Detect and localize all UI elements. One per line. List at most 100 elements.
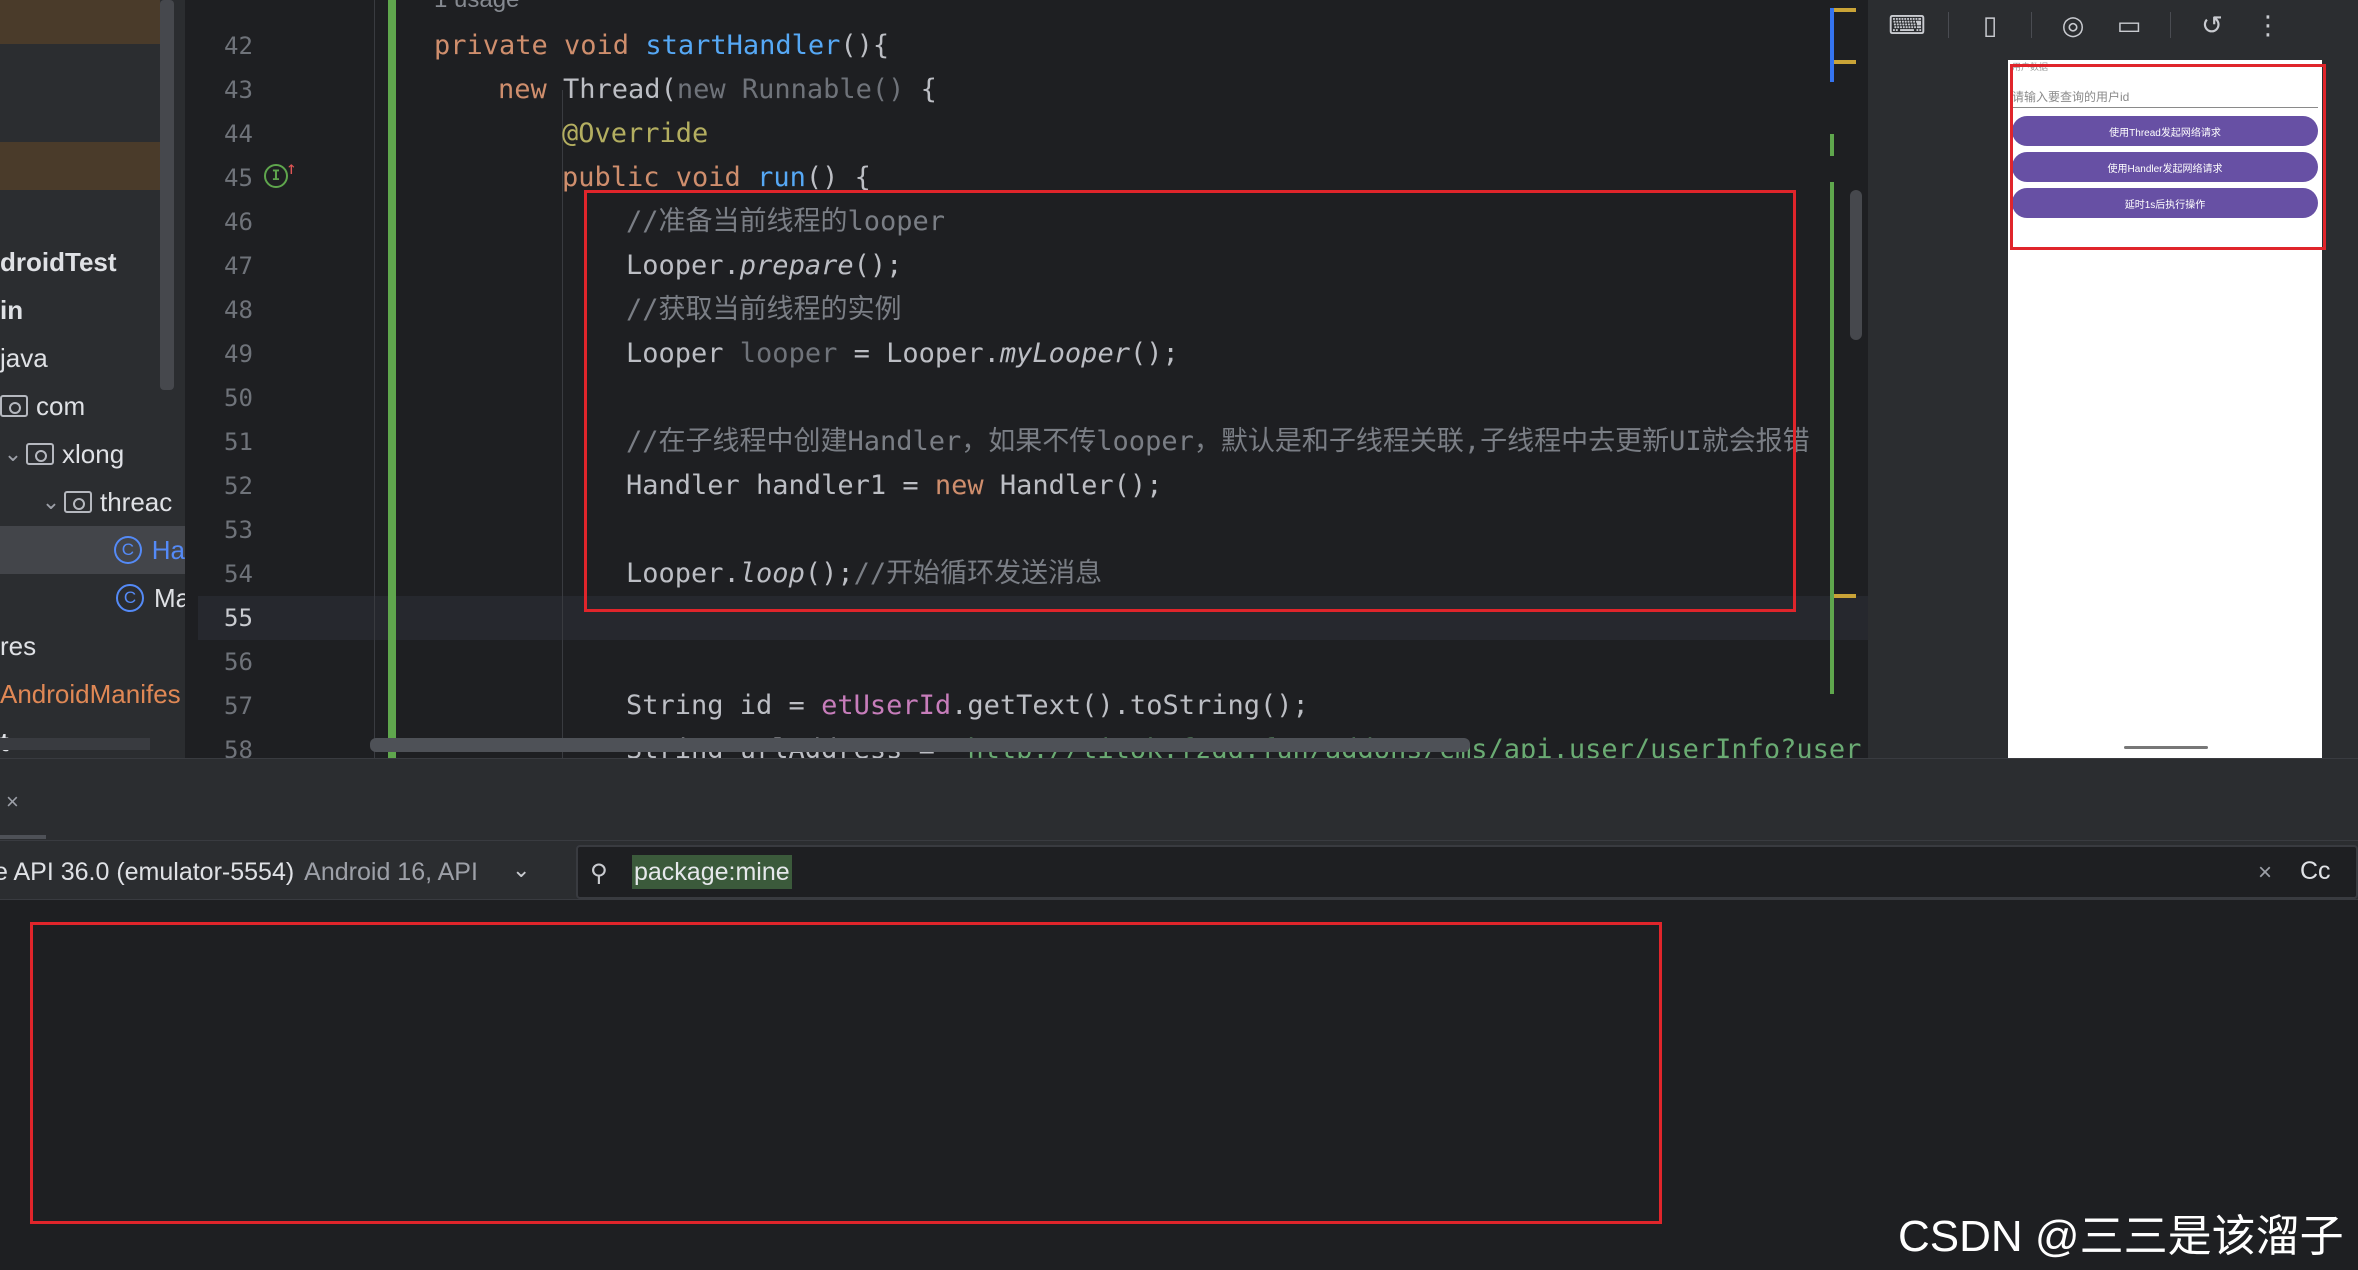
toolbar-separator [2031,12,2032,38]
code-line-57: String id = etUserId.getText().toString(… [626,684,1309,728]
line-number: 43 [224,76,253,104]
tree-item-label: res [0,630,37,661]
line-number: 55 [224,604,253,632]
tree-item-android-manifest[interactable]: AndroidManifes [0,670,181,718]
clear-filter-icon[interactable]: × [2258,859,2272,887]
token-plain: Thread( [563,74,677,105]
tree-item-main[interactable]: in [0,286,23,334]
more-icon[interactable]: ⋮ [2253,10,2283,40]
token-function: startHandler [645,30,841,61]
filter-icon[interactable]: ⚲ [590,859,608,888]
tree-item-label: com [36,390,86,421]
editor-horizontal-scrollbar[interactable] [370,738,1470,752]
device-name: e API 36.0 (emulator-5554) [0,857,295,886]
match-case-toggle[interactable]: Cc [2300,857,2331,886]
tree-item-label: droidTest [0,246,117,277]
tree-item-label: AndroidManifes [0,678,181,709]
token-keyword: new [498,74,564,105]
token-plain: .getText().toString(); [951,690,1309,721]
token-keyword: private void [434,30,646,61]
editor-vertical-scrollbar[interactable] [1850,190,1862,340]
tree-item-androidtest[interactable]: droidTest [0,238,117,286]
chevron-down-icon[interactable]: ⌄ [512,857,530,883]
line-number: 53 [224,516,253,544]
csdn-watermark: CSDN @三三是该溜子 [1898,1212,2344,1261]
line-number: 52 [224,472,253,500]
tree-item-main-activity[interactable]: C Ma [116,574,185,622]
token-plain: () { [805,162,871,193]
tree-item-label: Ha [151,534,185,565]
rotate-icon[interactable]: ↺ [2197,10,2227,40]
class-icon: C [114,536,142,564]
tree-item-label: in [0,294,24,325]
tree-item-xlong[interactable]: ⌄ xlong [0,430,124,478]
project-tree-panel: droidTest in java com ⌄ xlong ⌄ threac C… [0,0,185,758]
token-plain: (){ [840,30,890,61]
device-detail: Android 16, API [304,857,478,886]
line-number: 47 [224,252,253,280]
toolbar-separator [1948,12,1949,38]
token-field: etUserId [821,690,952,721]
tree-item-label: threac [100,486,173,517]
line-number: 46 [224,208,253,236]
vcs-change-bar [388,0,396,758]
token-plain: { [920,74,937,105]
device-dropdown[interactable]: e API 36.0 (emulator-5554) Android 16, A… [0,849,552,895]
chevron-down-icon[interactable]: ⌄ [38,489,64,515]
tree-item-label: java [0,342,48,373]
logcat-highlight-box [30,922,1662,1224]
camera-icon[interactable]: ◎ [2058,10,2088,40]
tree-highlight-stripe [0,0,160,44]
change-marker[interactable] [1830,182,1834,694]
line-number: 54 [224,560,253,588]
device-settings-icon[interactable]: ▯ [1975,10,2005,40]
line-number: 42 [224,32,253,60]
code-line-42: private void startHandler(){ [434,24,889,68]
tree-item-label: xlong [62,438,125,469]
tree-item-handler-activity[interactable]: C Ha [0,526,185,574]
tree-vertical-scrollbar[interactable] [160,0,174,390]
device-toolbar: ⌨ ▯ ◎ ▭ ↺ ⋮ [1868,0,2358,50]
tree-item-thread[interactable]: ⌄ threac [38,478,172,526]
line-number: 51 [224,428,253,456]
package-folder-icon [0,395,28,417]
token-dim: new Runnable() [676,74,921,105]
class-icon: C [116,584,144,612]
package-folder-icon [26,443,54,465]
close-icon[interactable]: × [6,789,19,815]
gutter-divider [374,0,375,758]
tree-item-com[interactable]: com [0,382,85,430]
logcat-tab-bar: × [0,758,2358,840]
home-indicator[interactable] [2124,746,2208,749]
implements-method-icon[interactable]: I [264,164,288,188]
logcat-toolbar: e API 36.0 (emulator-5554) Android 16, A… [0,840,2358,900]
arrow-up-icon: ↑ [286,158,297,179]
logcat-filter-input[interactable]: ⚲ package:mine × Cc [576,845,2358,899]
token-plain: String id = [626,690,822,721]
line-number: 49 [224,340,253,368]
change-marker[interactable] [1830,8,1834,82]
tree-item-res[interactable]: res [0,622,36,670]
token-annotation: @Override [562,118,709,149]
toolbar-separator [2170,12,2171,38]
line-number: 57 [224,692,253,720]
line-number: 48 [224,296,253,324]
filter-query: package:mine [632,855,792,889]
keyboard-icon[interactable]: ⌨ [1888,10,1926,40]
preview-highlight-box [2010,64,2326,250]
tree-horizontal-scrollbar[interactable] [0,738,150,750]
line-number: 56 [224,648,253,676]
package-folder-icon [64,491,92,513]
chevron-down-icon[interactable]: ⌄ [0,441,26,467]
token-function: run [757,162,806,193]
tree-item-label: Ma [154,582,185,613]
line-number: 58 [224,736,253,758]
code-line-43: new Thread(new Runnable() { [498,68,937,112]
video-icon[interactable]: ▭ [2114,10,2144,40]
tree-item-java[interactable]: java [0,334,48,382]
usage-hint[interactable]: 1 usage [434,0,519,14]
change-marker[interactable] [1830,134,1834,156]
line-number: 44 [224,120,253,148]
code-highlight-box [584,190,1796,612]
code-line-44: @Override [562,112,708,156]
